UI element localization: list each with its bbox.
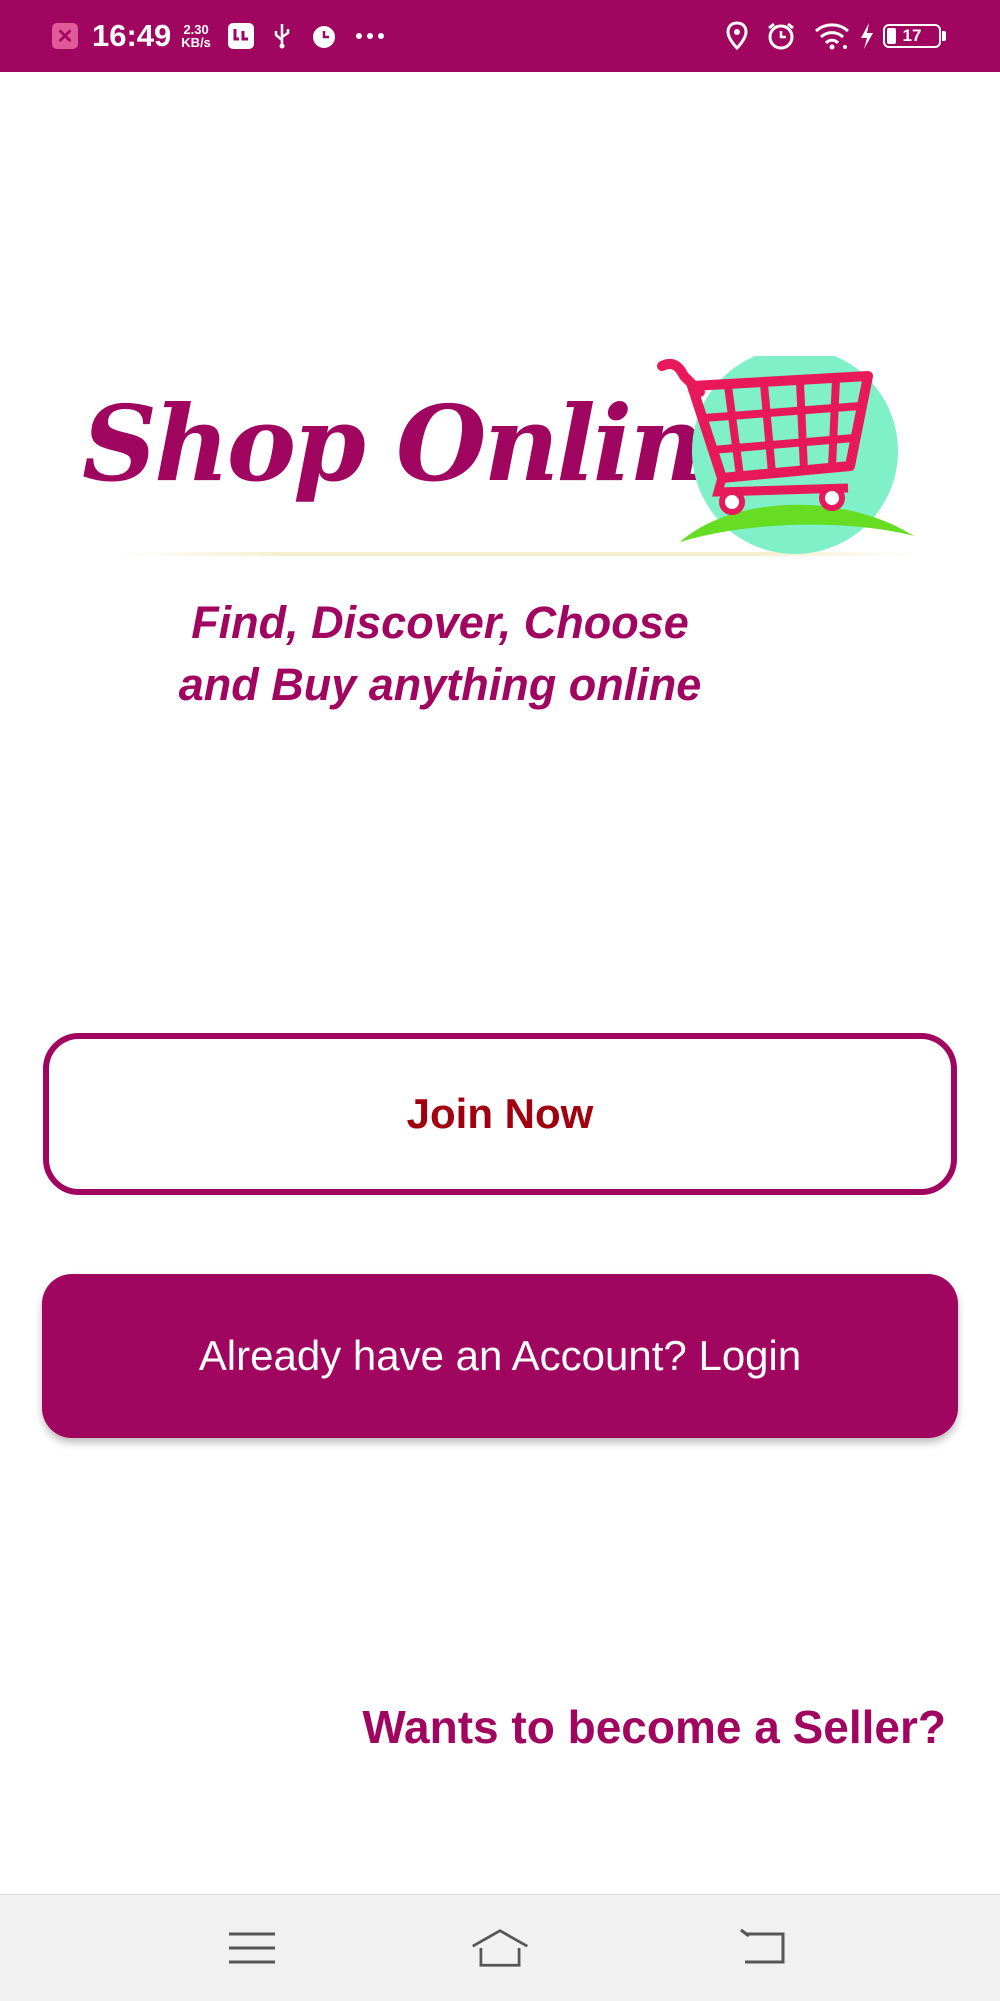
join-now-button[interactable]: Join Now [43,1033,957,1195]
home-icon[interactable] [470,1923,530,1973]
status-time: 16:49 [92,18,172,53]
network-speed-unit: KB/s [181,35,211,50]
login-button[interactable]: Already have an Account? Login [42,1274,958,1438]
status-bar: ✕ 16:49 2.30 KB/s 17 [0,0,1000,72]
battery-tip [942,31,946,41]
status-right: 17 [709,14,946,58]
usb-icon [271,22,293,50]
battery-level: 17 [902,26,922,45]
battery-fill [887,28,896,44]
network-speed: 2.30 KB/s [181,23,211,49]
status-left: ✕ 16:49 2.30 KB/s [52,14,401,58]
tagline: Find, Discover, Choose and Buy anything … [120,592,760,716]
close-notification-icon: ✕ [52,23,78,49]
alarm-icon [309,21,339,51]
navigation-bar [0,1894,1000,2001]
battery-body: 17 [883,24,941,48]
back-icon[interactable] [734,1923,794,1973]
alarm-icon [765,21,797,51]
menu-icon[interactable] [222,1923,282,1973]
shopping-cart-icon [657,356,914,554]
data-saver-icon [227,22,255,50]
wifi-icon [813,21,851,51]
location-icon [725,21,749,51]
battery-icon: 17 [883,24,946,48]
tagline-line-2: and Buy anything online [178,659,702,710]
become-seller-link[interactable]: Wants to become a Seller? [362,1700,946,1754]
charging-bolt-icon [859,22,875,50]
more-dots-icon [355,32,385,40]
tagline-line-1: Find, Discover, Choose [191,597,689,648]
